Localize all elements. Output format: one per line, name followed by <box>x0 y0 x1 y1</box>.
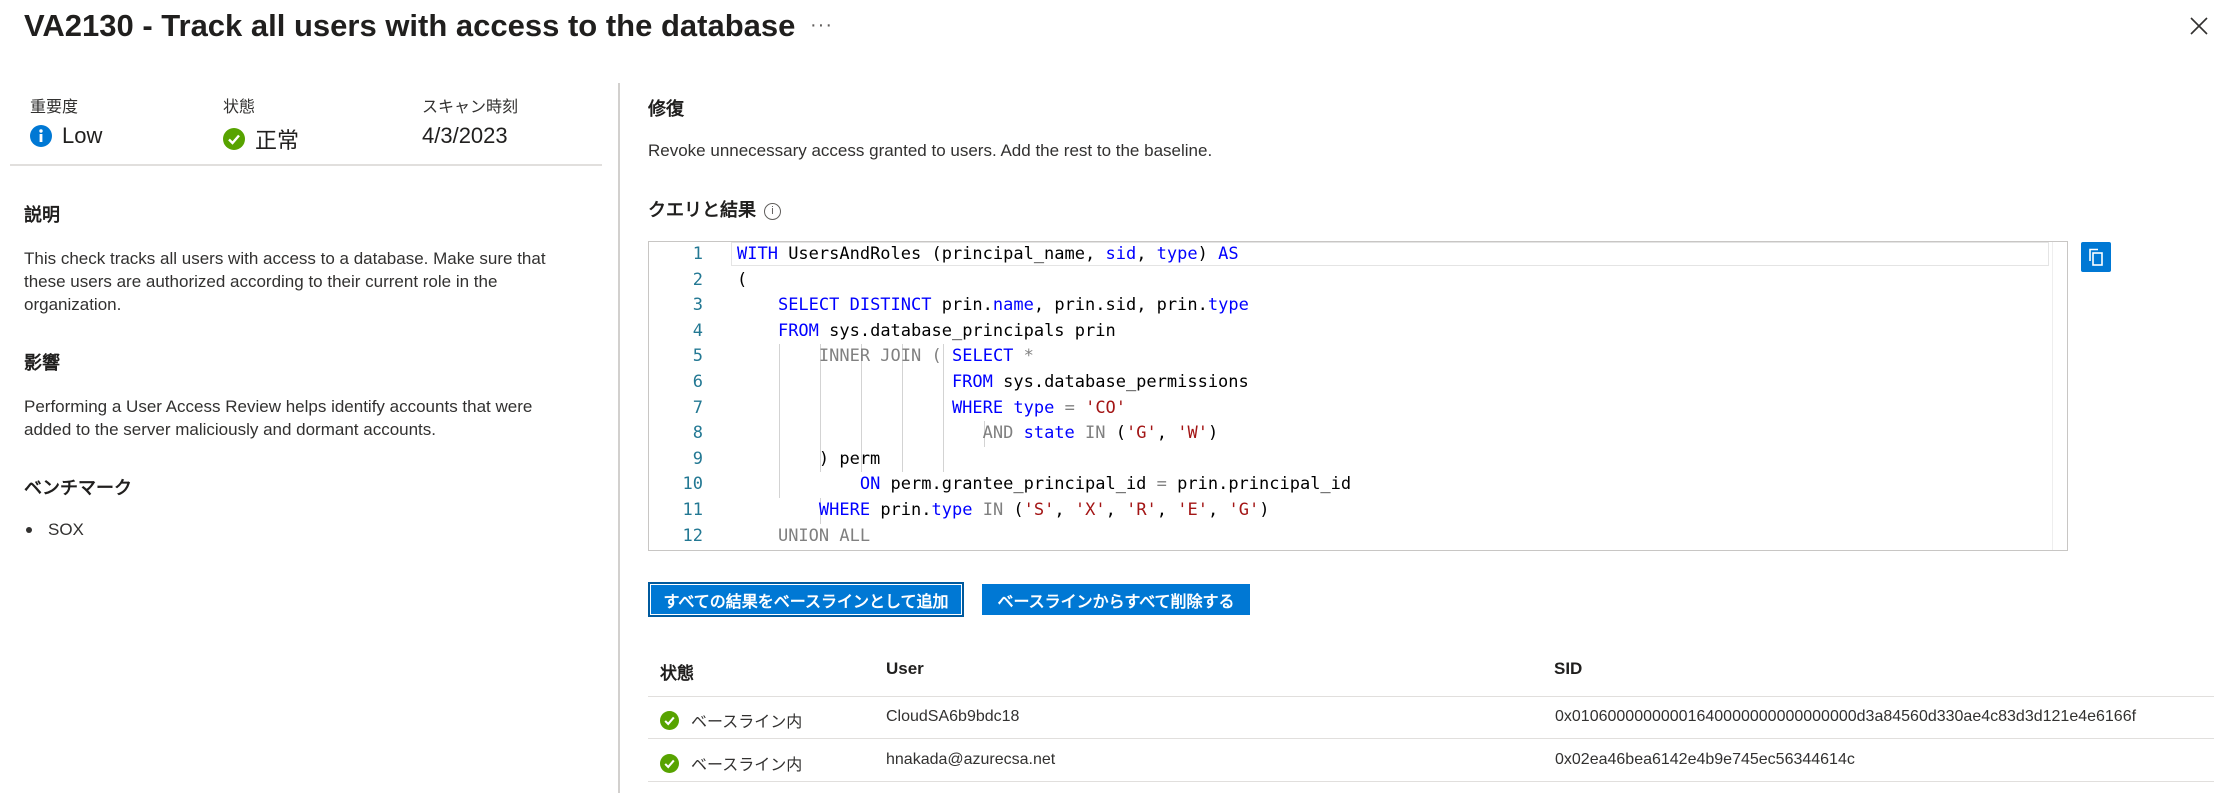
code-line: 6 FROM sys.database_permissions <box>649 370 2067 396</box>
benchmark-item: SOX <box>24 520 84 540</box>
column-header-status: 状態 <box>660 664 694 683</box>
severity-label: 重要度 <box>30 99 79 116</box>
description-text: This check tracks all users with access … <box>24 249 546 314</box>
column-header-user: User <box>886 659 924 678</box>
description-heading: 説明 <box>24 205 60 225</box>
row-sid: 0x02ea46bea6142e4b9e745ec56344614c <box>1555 751 1855 768</box>
line-number: 12 <box>682 525 703 546</box>
add-all-to-baseline-button[interactable]: すべての結果をベースラインとして追加 <box>648 582 964 617</box>
impact-text: Performing a User Access Review helps id… <box>24 397 533 439</box>
more-options-button[interactable]: ··· <box>810 14 833 37</box>
line-number: 4 <box>692 320 703 341</box>
code-text: AND state IN ('G', 'W') <box>982 423 1219 444</box>
copy-query-button[interactable] <box>2081 242 2111 272</box>
code-text: WITH UsersAndRoles (principal_name, sid,… <box>737 244 1239 264</box>
code-text: ( <box>737 269 748 290</box>
check-circle-icon <box>660 753 679 773</box>
code-text: UNION ALL <box>777 525 871 546</box>
scan-time-field: スキャン時刻 4/3/2023 <box>422 93 518 149</box>
line-number: 7 <box>692 397 703 418</box>
line-number: 8 <box>692 423 703 444</box>
line-number: 2 <box>692 269 703 290</box>
info-icon[interactable]: i <box>764 202 781 220</box>
row-status-label: ベースライン内 <box>691 757 803 774</box>
status-label: 状態 <box>223 99 256 116</box>
line-number: 6 <box>692 372 703 392</box>
pane-divider <box>618 83 620 793</box>
code-line: 4 FROM sys.database_principals prin <box>649 319 2067 345</box>
code-text: ON perm.grantee_principal_id = prin.prin… <box>859 474 1352 495</box>
line-number: 1 <box>692 244 703 264</box>
divider <box>10 164 602 166</box>
code-line: 12 UNION ALL <box>649 524 2067 550</box>
bullet-dot <box>26 527 32 533</box>
code-text: ) perm <box>737 448 881 469</box>
code-text: FROM sys.database_permissions <box>951 372 1249 392</box>
query-heading-label: クエリと結果 <box>648 200 756 220</box>
code-line: 11 WHERE prin.type IN ('S', 'X', 'R', 'E… <box>649 498 2067 524</box>
code-line: 7 WHERE type = 'CO' <box>649 396 2067 422</box>
info-circle-icon <box>30 125 52 147</box>
query-heading: クエリと結果 i <box>648 196 781 222</box>
benchmark-item-label: SOX <box>48 520 84 539</box>
row-status: ベースライン内 <box>660 751 802 775</box>
details-pane: 重要度 Low 状態 正常 スキャン時刻 4/3/2023 説明 This ch… <box>0 83 620 793</box>
code-text: FROM sys.database_principals prin <box>777 320 1116 341</box>
panel-title: VA2130 - Track all users with access to … <box>24 8 796 43</box>
code-line: 3 SELECT DISTINCT prin.name, prin.sid, p… <box>649 293 2067 319</box>
code-line: 5 INNER JOIN ( SELECT * <box>649 344 2067 370</box>
line-number: 5 <box>692 346 703 367</box>
check-circle-icon <box>660 710 679 730</box>
remove-all-from-baseline-button[interactable]: ベースラインからすべて削除する <box>982 584 1250 615</box>
close-icon <box>2190 17 2208 35</box>
code-text: SELECT DISTINCT prin.name, prin.sid, pri… <box>777 295 1249 316</box>
impact-heading: 影響 <box>24 353 60 373</box>
code-text: WHERE prin.type IN ('S', 'X', 'R', 'E', … <box>818 500 1270 520</box>
benchmark-heading: ベンチマーク <box>24 478 132 498</box>
copy-icon <box>2089 248 2103 266</box>
column-header-sid: SID <box>1554 659 1583 678</box>
status-field: 状態 正常 <box>223 93 299 155</box>
scan-time-label: スキャン時刻 <box>422 99 519 116</box>
code-line: 10 ON perm.grantee_principal_id = prin.p… <box>649 472 2067 498</box>
remediation-heading: 修復 <box>648 99 684 119</box>
line-number: 10 <box>682 474 703 495</box>
check-circle-icon <box>223 128 245 150</box>
line-number: 11 <box>682 500 703 520</box>
code-line: 9 ) perm <box>649 447 2067 473</box>
row-divider <box>648 738 2214 739</box>
query-editor[interactable]: 1 WITH UsersAndRoles (principal_name, sid… <box>648 241 2068 551</box>
remediation-text: Revoke unnecessary access granted to use… <box>648 141 1213 160</box>
close-button[interactable] <box>2187 14 2211 38</box>
row-divider <box>648 781 2214 782</box>
row-status-label: ベースライン内 <box>691 714 803 731</box>
row-user: CloudSA6b9bdc18 <box>886 708 1020 725</box>
line-number: 9 <box>692 448 703 469</box>
row-status: ベースライン内 <box>660 708 802 732</box>
row-divider <box>648 696 2214 697</box>
code-line: 8 AND state IN ('G', 'W') <box>649 421 2067 447</box>
row-sid: 0x01060000000001640000000000000000d3a845… <box>1555 708 2137 725</box>
status-value: 正常 <box>255 128 300 153</box>
severity-value: Low <box>62 123 103 148</box>
code-line: 2( <box>649 268 2067 294</box>
code-line: 1 WITH UsersAndRoles (principal_name, sid… <box>649 242 2067 268</box>
line-number: 3 <box>692 295 703 316</box>
code-text: WHERE type = 'CO' <box>951 397 1127 418</box>
severity-field: 重要度 Low <box>30 93 102 149</box>
code-text: INNER JOIN ( SELECT * <box>818 346 1034 367</box>
scan-time-value: 4/3/2023 <box>422 123 508 148</box>
row-user: hnakada@azurecsa.net <box>886 751 1056 768</box>
